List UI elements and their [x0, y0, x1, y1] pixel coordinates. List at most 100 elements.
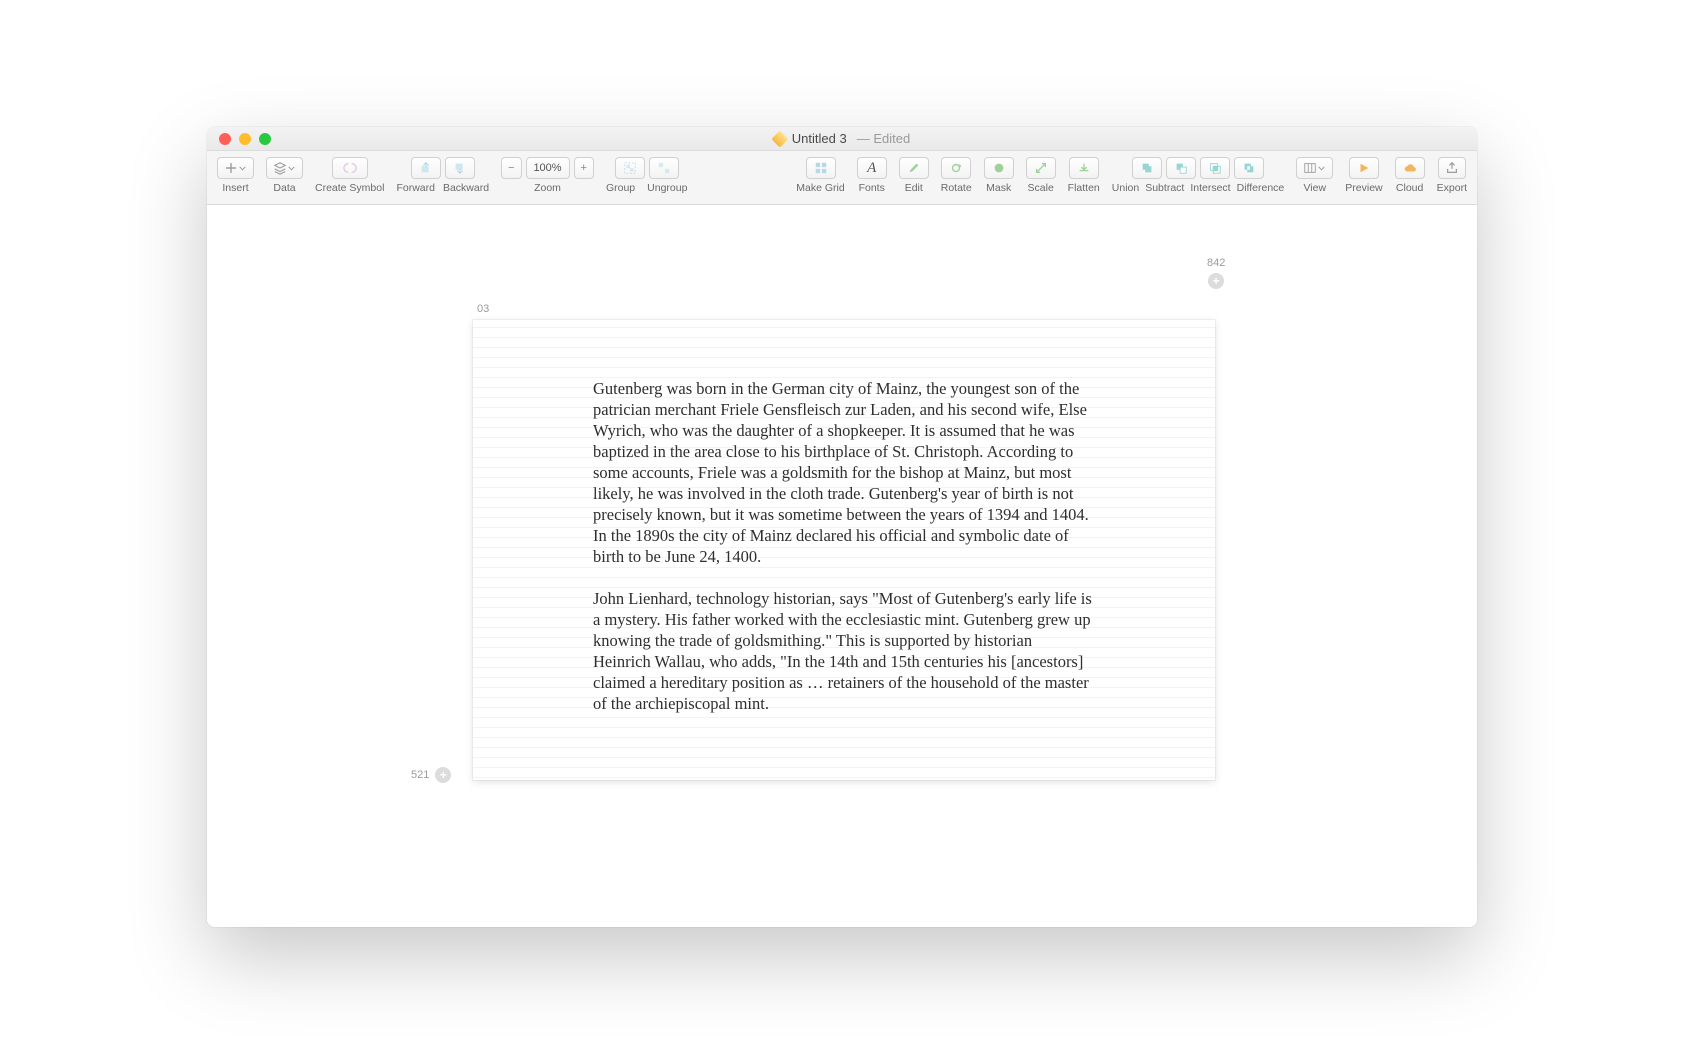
boolean-group: Union Subtract Intersect Difference [1112, 157, 1285, 194]
mask-group: Mask [984, 157, 1014, 194]
intersect-icon [1208, 161, 1222, 175]
flatten-icon [1077, 161, 1091, 175]
union-icon [1140, 161, 1154, 175]
chevron-down-icon [1317, 161, 1326, 175]
paragraph-1: Gutenberg was born in the German city of… [593, 378, 1093, 567]
paragraph-2: John Lienhard, technology historian, say… [593, 588, 1093, 714]
close-window-button[interactable] [219, 133, 231, 145]
flatten-label: Flatten [1068, 182, 1100, 194]
difference-label: Difference [1237, 182, 1285, 194]
minimize-window-button[interactable] [239, 133, 251, 145]
edited-indicator: — Edited [857, 131, 910, 146]
edit-label: Edit [905, 182, 923, 194]
subtract-label: Subtract [1145, 182, 1184, 194]
bring-forward-icon [419, 161, 433, 175]
mask-icon [992, 161, 1006, 175]
pencil-icon [907, 161, 921, 175]
forward-button[interactable] [411, 157, 441, 179]
intersect-label: Intersect [1190, 182, 1230, 194]
scale-button[interactable] [1026, 157, 1056, 179]
arrange-group: Forward Backward [396, 157, 489, 194]
zoom-in-button[interactable]: + [574, 157, 594, 179]
grid-icon [814, 161, 828, 175]
scale-group: Scale [1026, 157, 1056, 194]
height-value: 521 [411, 769, 429, 781]
data-group: Data [266, 157, 303, 194]
chevron-down-icon [287, 161, 296, 175]
create-symbol-group: Create Symbol [315, 157, 384, 194]
fonts-button[interactable]: A [857, 157, 887, 179]
artboard-name[interactable]: 03 [477, 303, 489, 315]
width-value: 842 [1207, 257, 1225, 269]
titlebar: Untitled 3 — Edited [207, 127, 1477, 151]
preview-label: Preview [1345, 182, 1382, 194]
zoom-value[interactable]: 100% [526, 157, 570, 179]
intersect-button[interactable] [1200, 157, 1230, 179]
group-button[interactable] [615, 157, 645, 179]
preview-group: Preview [1345, 157, 1382, 194]
ungroup-icon [657, 161, 671, 175]
data-label: Data [273, 182, 295, 194]
view-button[interactable] [1296, 157, 1333, 179]
artboard[interactable]: Gutenberg was born in the German city of… [473, 320, 1215, 780]
export-group: Export [1437, 157, 1467, 194]
ungroup-button[interactable] [649, 157, 679, 179]
zoom-out-button[interactable]: − [501, 157, 521, 179]
send-backward-icon [453, 161, 467, 175]
zoom-group: − 100% + Zoom [501, 157, 594, 194]
make-grid-button[interactable] [806, 157, 836, 179]
add-artboard-right-button[interactable]: + [1208, 273, 1224, 289]
backward-button[interactable] [445, 157, 475, 179]
zoom-label: Zoom [534, 182, 561, 194]
cloud-button[interactable] [1395, 157, 1425, 179]
window-controls [219, 133, 271, 145]
edit-group: Edit [899, 157, 929, 194]
subtract-button[interactable] [1166, 157, 1196, 179]
group-label: Group [606, 182, 635, 194]
mask-label: Mask [986, 182, 1011, 194]
export-button[interactable] [1438, 157, 1466, 179]
difference-button[interactable] [1234, 157, 1264, 179]
add-artboard-below-button[interactable]: + [435, 767, 451, 783]
play-icon [1357, 161, 1371, 175]
insert-group: Insert [217, 157, 254, 194]
layers-icon [273, 161, 287, 175]
symbol-icon [343, 161, 357, 175]
insert-button[interactable] [217, 157, 254, 179]
edit-button[interactable] [899, 157, 929, 179]
mask-button[interactable] [984, 157, 1014, 179]
fonts-label: Fonts [859, 182, 885, 194]
share-icon [1445, 161, 1459, 175]
create-symbol-button[interactable] [332, 157, 368, 179]
toolbar: Insert Data Create Symbol [207, 151, 1477, 205]
flatten-button[interactable] [1069, 157, 1099, 179]
group-icon [623, 161, 637, 175]
chevron-down-icon [238, 161, 247, 175]
height-indicator: 521 + [411, 767, 451, 783]
preview-button[interactable] [1349, 157, 1379, 179]
difference-icon [1242, 161, 1256, 175]
rotate-label: Rotate [941, 182, 972, 194]
cloud-label: Cloud [1396, 182, 1423, 194]
rotate-group: Rotate [941, 157, 972, 194]
subtract-icon [1174, 161, 1188, 175]
union-button[interactable] [1132, 157, 1162, 179]
zoom-window-button[interactable] [259, 133, 271, 145]
cloud-icon [1403, 161, 1417, 175]
text-layer[interactable]: Gutenberg was born in the German city of… [593, 378, 1093, 714]
make-grid-group: Make Grid [796, 157, 844, 194]
panels-icon [1303, 161, 1317, 175]
rotate-button[interactable] [941, 157, 971, 179]
forward-label: Forward [396, 182, 435, 194]
document-title: Untitled 3 [792, 131, 847, 146]
backward-label: Backward [443, 182, 489, 194]
app-window: Untitled 3 — Edited Insert Data [207, 127, 1477, 927]
fonts-group: A Fonts [857, 157, 887, 194]
create-symbol-label: Create Symbol [315, 182, 384, 194]
scale-icon [1034, 161, 1048, 175]
data-button[interactable] [266, 157, 303, 179]
window-title: Untitled 3 — Edited [774, 131, 910, 146]
make-grid-label: Make Grid [796, 182, 844, 194]
canvas[interactable]: 03 Gutenberg was born in the German city… [207, 205, 1477, 927]
group-ungroup: Group Ungroup [606, 157, 687, 194]
